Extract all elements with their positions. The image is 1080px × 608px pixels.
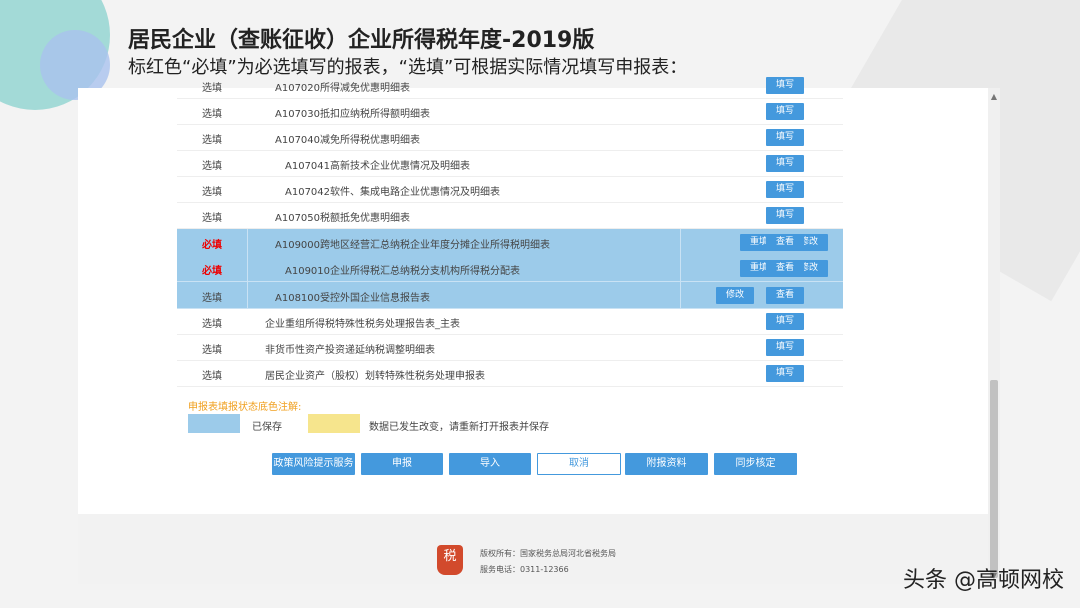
row-status: 选填: [202, 161, 222, 172]
saved-color-swatch: [188, 414, 240, 433]
scrollbar-thumb[interactable]: [990, 380, 998, 578]
column-divider: [680, 255, 681, 281]
cancel-button[interactable]: 取消: [537, 453, 621, 475]
changed-legend-label: 数据已发生改变，请重新打开报表并保存: [369, 422, 549, 433]
column-divider: [247, 255, 248, 281]
copyright-text: 版权所有：国家税务总局河北省税务局: [480, 549, 616, 558]
report-list-panel: 选填 A107020所得减免优惠明细表 填写 选填 A107030抵扣应纳税所得额明细表…: [150, 77, 920, 514]
report-name: 非货币性资产投资递延纳税调整明细表: [265, 345, 435, 356]
tax-emblem-icon: 税: [437, 545, 463, 575]
table-row: 选填 A107041高新技术企业优惠情况及明细表 填写: [177, 150, 843, 177]
vertical-scrollbar[interactable]: ▲ ▼: [988, 88, 1000, 584]
row-action-button[interactable]: 修改: [716, 287, 754, 304]
report-name: A107020所得减免优惠明细表: [275, 83, 411, 94]
table-row: 选填 A107040减免所得税优惠明细表 填写: [177, 124, 843, 151]
row-status: 选填: [202, 345, 222, 356]
triangle-up-icon[interactable]: ▲: [988, 92, 1000, 101]
table-row: 选填 非货币性资产投资递延纳税调整明细表 填写: [177, 334, 843, 361]
row-action-button[interactable]: 填写: [766, 365, 804, 382]
row-action-button[interactable]: 填写: [766, 77, 804, 94]
row-action-button[interactable]: 填写: [766, 207, 804, 224]
column-divider: [680, 229, 681, 255]
table-row: 选填 A107020所得减免优惠明细表 填写: [177, 72, 843, 99]
row-action-button[interactable]: 查看: [766, 287, 804, 304]
report-name: A107041高新技术企业优惠情况及明细表: [285, 161, 471, 172]
row-status: 选填: [202, 319, 222, 330]
report-name: A107042软件、集成电路企业优惠情况及明细表: [285, 187, 501, 198]
column-divider: [247, 229, 248, 255]
row-status: 选填: [202, 371, 222, 382]
row-status: 选填: [202, 83, 222, 94]
row-status: 选填: [202, 213, 222, 224]
table-row: 选填 A108100受控外国企业信息报告表 修改 查看: [177, 282, 843, 309]
row-action-button[interactable]: 查看: [766, 234, 804, 251]
report-name: A109010企业所得税汇总纳税分支机构所得税分配表: [285, 266, 521, 277]
service-phone: 服务电话：0311-12366: [480, 565, 569, 574]
table-row: 必填 A109000跨地区经营汇总纳税企业年度分摊企业所得税明细表 重填 修改 查看: [177, 229, 843, 256]
attachment-button[interactable]: 附报资料: [625, 453, 708, 475]
row-action-button[interactable]: 填写: [766, 155, 804, 172]
column-divider: [247, 282, 248, 308]
changed-color-swatch: [308, 414, 360, 433]
row-status: 选填: [202, 135, 222, 146]
row-status: 选填: [202, 109, 222, 120]
report-name: 居民企业资产（股权）划转特殊性税务处理申报表: [265, 371, 485, 382]
row-status: 选填: [202, 187, 222, 198]
table-row: 必填 A109010企业所得税汇总纳税分支机构所得税分配表 重填 修改 查看: [177, 255, 843, 282]
table-row: 选填 企业重组所得税特殊性税务处理报告表_主表 填写: [177, 308, 843, 335]
row-status: 必填: [202, 240, 222, 251]
watermark: 头条 @高顿网校: [903, 568, 1064, 593]
slide-title: 居民企业（查账征收）企业所得税年度-2019版: [128, 28, 595, 53]
column-divider: [680, 282, 681, 308]
row-action-button[interactable]: 填写: [766, 181, 804, 198]
table-row: 选填 A107042软件、集成电路企业优惠情况及明细表 填写: [177, 176, 843, 203]
report-name: 企业重组所得税特殊性税务处理报告表_主表: [265, 319, 460, 330]
table-row: 选填 A107030抵扣应纳税所得额明细表 填写: [177, 98, 843, 125]
row-status: 选填: [202, 293, 222, 304]
policy-risk-button[interactable]: 政策风险提示服务: [272, 453, 355, 475]
row-action-button[interactable]: 查看: [766, 260, 804, 277]
sync-button[interactable]: 同步核定: [714, 453, 797, 475]
table-row: 选填 居民企业资产（股权）划转特殊性税务处理申报表 填写: [177, 360, 843, 387]
row-action-button[interactable]: 填写: [766, 129, 804, 146]
row-status: 必填: [202, 266, 222, 277]
saved-legend-label: 已保存: [252, 422, 282, 433]
row-action-button[interactable]: 填写: [766, 103, 804, 120]
legend-title: 申报表填报状态底色注解:: [188, 402, 302, 413]
table-row: 选填 A107050税额抵免优惠明细表 填写: [177, 202, 843, 229]
row-action-button[interactable]: 填写: [766, 313, 804, 330]
import-button[interactable]: 导入: [449, 453, 531, 475]
report-name: A107050税额抵免优惠明细表: [275, 213, 411, 224]
report-name: A107040减免所得税优惠明细表: [275, 135, 421, 146]
row-action-button[interactable]: 填写: [766, 339, 804, 356]
report-name: A107030抵扣应纳税所得额明细表: [275, 109, 431, 120]
report-name: A109000跨地区经营汇总纳税企业年度分摊企业所得税明细表: [275, 240, 551, 251]
declare-button[interactable]: 申报: [361, 453, 443, 475]
report-name: A108100受控外国企业信息报告表: [275, 293, 431, 304]
